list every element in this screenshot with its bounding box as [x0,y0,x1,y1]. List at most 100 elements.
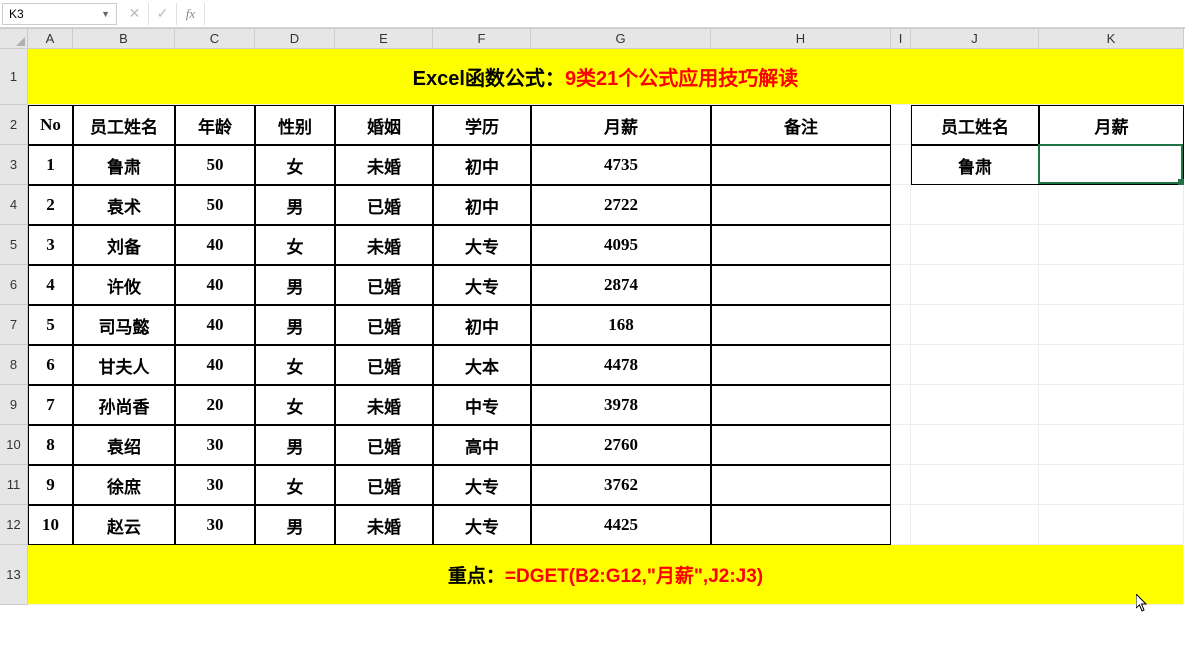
cell-J8[interactable] [911,345,1039,385]
cell-I12[interactable] [891,505,911,545]
table-cell[interactable]: 40 [175,305,255,345]
column-header-F[interactable]: F [433,29,531,49]
cell-J4[interactable] [911,185,1039,225]
table-cell[interactable]: 2874 [531,265,711,305]
table-cell[interactable]: 女 [255,385,335,425]
cell-I5[interactable] [891,225,911,265]
cell-I3[interactable] [891,145,911,185]
insert-function-button[interactable]: fx [177,3,205,25]
cell-K12[interactable] [1039,505,1184,545]
table-cell[interactable]: 高中 [433,425,531,465]
table-cell[interactable]: 30 [175,425,255,465]
cell-K4[interactable] [1039,185,1184,225]
table-cell[interactable]: 3 [28,225,73,265]
table-cell[interactable]: 已婚 [335,185,433,225]
column-header-A[interactable]: A [28,29,73,49]
table-cell[interactable]: 女 [255,345,335,385]
table-cell[interactable]: 赵云 [73,505,175,545]
cell-I2[interactable] [891,105,911,145]
cell-K10[interactable] [1039,425,1184,465]
select-all-corner[interactable] [0,29,28,49]
name-box-dropdown-icon[interactable]: ▼ [101,9,110,19]
row-header-7[interactable]: 7 [0,305,28,345]
table-cell[interactable]: 1 [28,145,73,185]
cell-K7[interactable] [1039,305,1184,345]
column-header-C[interactable]: C [175,29,255,49]
column-header-D[interactable]: D [255,29,335,49]
formula-input[interactable] [205,3,1185,25]
table-cell[interactable] [711,265,891,305]
table-cell[interactable]: 6 [28,345,73,385]
cell-K5[interactable] [1039,225,1184,265]
table-cell[interactable]: 大专 [433,465,531,505]
table-cell[interactable] [711,465,891,505]
cell-I8[interactable] [891,345,911,385]
row-header-10[interactable]: 10 [0,425,28,465]
table-cell[interactable] [711,225,891,265]
lookup-name-value[interactable]: 鲁肃 [911,145,1039,185]
row-header-2[interactable]: 2 [0,105,28,145]
table-cell[interactable] [711,305,891,345]
table-cell[interactable]: 女 [255,145,335,185]
table-cell[interactable]: 10 [28,505,73,545]
cell-I11[interactable] [891,465,911,505]
cell-J11[interactable] [911,465,1039,505]
row-header-1[interactable]: 1 [0,49,28,105]
table-cell[interactable] [711,185,891,225]
cell-J10[interactable] [911,425,1039,465]
row-header-4[interactable]: 4 [0,185,28,225]
table-cell[interactable]: 大专 [433,265,531,305]
cell-I10[interactable] [891,425,911,465]
cell-J9[interactable] [911,385,1039,425]
cell-I6[interactable] [891,265,911,305]
table-cell[interactable]: 30 [175,505,255,545]
table-cell[interactable]: 孙尚香 [73,385,175,425]
name-box[interactable]: K3 ▼ [2,3,117,25]
table-cell[interactable]: 袁术 [73,185,175,225]
table-cell[interactable]: 初中 [433,145,531,185]
table-cell[interactable]: 已婚 [335,265,433,305]
row-header-8[interactable]: 8 [0,345,28,385]
table-cell[interactable]: 9 [28,465,73,505]
table-cell[interactable]: 168 [531,305,711,345]
table-cell[interactable]: 2 [28,185,73,225]
table-cell[interactable]: 40 [175,345,255,385]
table-cell[interactable]: 2722 [531,185,711,225]
row-header-11[interactable]: 11 [0,465,28,505]
table-cell[interactable]: 8 [28,425,73,465]
table-cell[interactable]: 初中 [433,305,531,345]
table-cell[interactable]: 50 [175,185,255,225]
enter-button[interactable]: ✓ [149,3,177,25]
cell-I7[interactable] [891,305,911,345]
table-cell[interactable]: 大本 [433,345,531,385]
row-header-3[interactable]: 3 [0,145,28,185]
table-cell[interactable]: 男 [255,425,335,465]
cell-K9[interactable] [1039,385,1184,425]
table-cell[interactable]: 50 [175,145,255,185]
row-header-9[interactable]: 9 [0,385,28,425]
cell-J6[interactable] [911,265,1039,305]
table-cell[interactable]: 40 [175,225,255,265]
table-cell[interactable]: 徐庶 [73,465,175,505]
cell-J12[interactable] [911,505,1039,545]
row-header-6[interactable]: 6 [0,265,28,305]
table-cell[interactable]: 男 [255,305,335,345]
table-cell[interactable]: 初中 [433,185,531,225]
cell-I4[interactable] [891,185,911,225]
table-cell[interactable]: 大专 [433,225,531,265]
column-header-K[interactable]: K [1039,29,1184,49]
table-cell[interactable] [711,425,891,465]
table-cell[interactable]: 刘备 [73,225,175,265]
table-cell[interactable]: 袁绍 [73,425,175,465]
table-cell[interactable]: 未婚 [335,385,433,425]
table-cell[interactable]: 大专 [433,505,531,545]
column-header-I[interactable]: I [891,29,911,49]
column-header-J[interactable]: J [911,29,1039,49]
table-cell[interactable]: 司马懿 [73,305,175,345]
table-cell[interactable] [711,385,891,425]
table-cell[interactable]: 未婚 [335,225,433,265]
table-cell[interactable]: 4 [28,265,73,305]
table-cell[interactable]: 3762 [531,465,711,505]
table-cell[interactable]: 3978 [531,385,711,425]
table-cell[interactable]: 未婚 [335,145,433,185]
